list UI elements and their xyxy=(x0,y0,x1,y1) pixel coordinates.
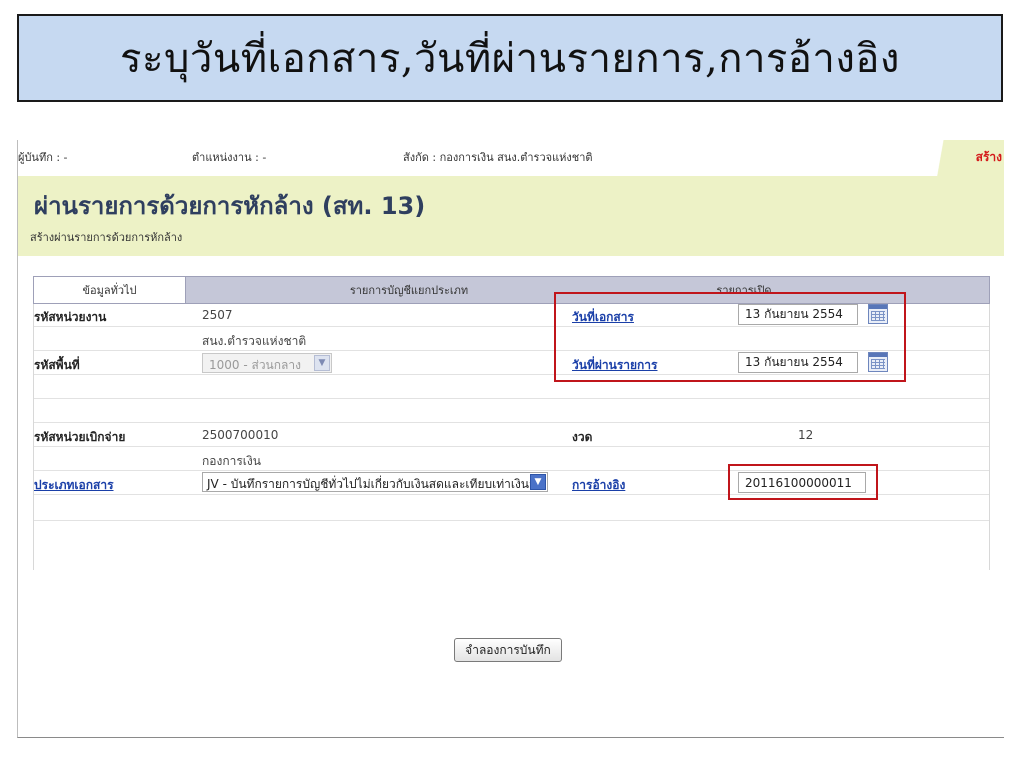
row-divider xyxy=(34,398,989,399)
page-title: ผ่านรายการด้วยการหักล้าง (สท. 13) xyxy=(34,192,426,220)
create-tab[interactable]: สร้าง xyxy=(934,140,1004,176)
create-tab-label: สร้าง xyxy=(975,150,1002,164)
simulate-save-button[interactable]: จำลองการบันทึก xyxy=(454,638,562,662)
chevron-down-icon: ▼ xyxy=(314,355,330,371)
disbursing-unit-name: กองการเงิน xyxy=(202,454,261,468)
document-type-select[interactable]: JV - บันทึกรายการบัญชีทั่วไปไม่เกี่ยวกับ… xyxy=(202,472,548,492)
recorder-label: ผู้บันทึก : - xyxy=(18,151,68,164)
row-divider xyxy=(34,520,989,521)
row-divider xyxy=(34,446,989,447)
document-type-link[interactable]: ประเภทเอกสาร xyxy=(34,476,114,495)
tab-ledger-items[interactable]: รายการบัญชีแยกประเภท xyxy=(334,277,484,303)
period-value: 12 xyxy=(798,428,814,442)
row-divider xyxy=(34,422,989,423)
tab-general-info[interactable]: ข้อมูลทั่วไป xyxy=(34,277,186,303)
document-type-value: JV - บันทึกรายการบัญชีทั่วไปไม่เกี่ยวกับ… xyxy=(207,477,545,491)
position-label: ตำแหน่งงาน : - xyxy=(192,151,267,164)
agency-code-value: 2507 xyxy=(202,308,233,322)
agency-name-value: สนง.ตำรวจแห่งชาติ xyxy=(202,334,307,348)
area-code-select[interactable]: 1000 - ส่วนกลาง ▼ xyxy=(202,353,332,373)
chevron-down-icon: ▼ xyxy=(530,474,546,490)
area-code-label: รหัสพื้นที่ xyxy=(34,358,80,372)
disbursing-unit-value: 2500700010 xyxy=(202,428,279,442)
date-highlight-box xyxy=(554,292,906,382)
general-info-form: รหัสหน่วยงาน 2507 สนง.ตำรวจแห่งชาติ วันท… xyxy=(33,292,990,570)
app-screenshot: ผู้บันทึก : - ตำแหน่งงาน : - สังกัด : กอ… xyxy=(17,140,1004,738)
agency-code-label: รหัสหน่วยงาน xyxy=(34,310,107,324)
user-info-bar: ผู้บันทึก : - ตำแหน่งงาน : - สังกัด : กอ… xyxy=(18,140,1004,176)
area-code-value: 1000 - ส่วนกลาง xyxy=(209,358,301,372)
page-header: ผ่านรายการด้วยการหักล้าง (สท. 13) สร้างผ… xyxy=(18,176,1004,256)
disbursing-unit-label: รหัสหน่วยเบิกจ่าย xyxy=(34,430,126,444)
reference-link[interactable]: การอ้างอิง xyxy=(572,476,625,495)
period-label: งวด xyxy=(572,430,593,444)
reference-highlight-box xyxy=(728,464,878,500)
slide-title-banner: ระบุวันที่เอกสาร,วันที่ผ่านรายการ,การอ้า… xyxy=(17,14,1003,102)
page-subtitle: สร้างผ่านรายการด้วยการหักล้าง xyxy=(30,231,183,244)
affiliation-label: สังกัด : กองการเงิน สนง.ตำรวจแห่งชาติ xyxy=(403,151,593,164)
slide-title: ระบุวันที่เอกสาร,วันที่ผ่านรายการ,การอ้า… xyxy=(120,36,900,82)
